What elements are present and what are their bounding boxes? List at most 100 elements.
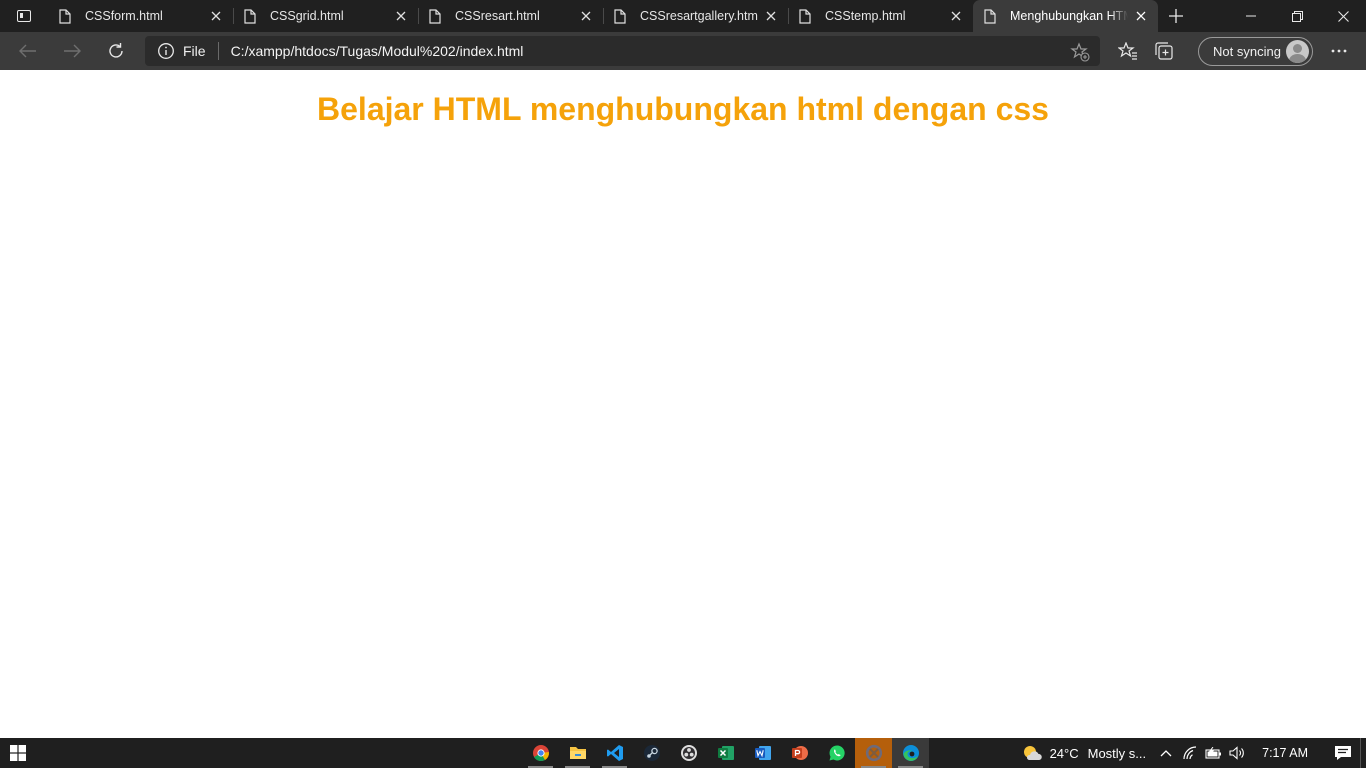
edge-icon <box>902 745 919 761</box>
file-explorer-icon <box>569 747 586 759</box>
system-tray: 24°C Mostly s... 7:17 AM <box>1022 738 1366 768</box>
collections-icon <box>1155 42 1173 60</box>
steam-icon <box>643 745 660 761</box>
show-hidden-icons-button[interactable] <box>1154 738 1178 768</box>
url-text[interactable]: C:/xampp/htdocs/Tugas/Modul%202/index.ht… <box>231 43 524 59</box>
restore-button[interactable] <box>1274 0 1320 32</box>
tab-menghubungkan-html[interactable]: Menghubungkan HTML <box>973 0 1158 32</box>
tab-cssform[interactable]: CSSform.html <box>48 0 233 32</box>
restore-icon <box>1291 10 1303 22</box>
close-icon <box>951 11 961 21</box>
page-icon <box>244 8 256 24</box>
chevron-up-icon <box>1160 750 1172 757</box>
powerpoint-icon <box>791 746 808 760</box>
tab-title: CSSform.html <box>85 9 163 23</box>
site-scheme-label: File <box>183 43 206 59</box>
page-heading: Belajar HTML menghubungkan html dengan c… <box>317 91 1049 127</box>
refresh-icon <box>109 43 123 58</box>
minimize-button[interactable] <box>1228 0 1274 32</box>
taskbar-pinned-apps <box>522 738 929 768</box>
taskbar-edge[interactable] <box>892 738 929 768</box>
forward-button[interactable] <box>50 32 94 70</box>
tab-list: CSSform.html CSSgrid.html CSSresart.html… <box>48 0 1158 32</box>
tab-cssresart[interactable]: CSSresart.html <box>418 0 603 32</box>
tab-title: CSSresart.html <box>455 9 540 23</box>
close-tab-button[interactable] <box>949 9 963 23</box>
taskbar-whatsapp[interactable] <box>818 738 855 768</box>
tab-actions-menu-button[interactable] <box>0 0 48 32</box>
close-icon <box>581 11 591 21</box>
taskbar-clock[interactable]: 7:17 AM <box>1262 746 1308 760</box>
partly-sunny-icon[interactable] <box>1022 744 1042 762</box>
taskbar-obs[interactable] <box>670 738 707 768</box>
arrow-left-icon <box>19 44 36 58</box>
taskbar-xampp[interactable] <box>855 738 892 768</box>
notifications-button[interactable] <box>1326 738 1360 768</box>
windows-logo-icon <box>10 745 26 761</box>
close-tab-button[interactable] <box>579 9 593 23</box>
profile-sync-button[interactable]: Not syncing <box>1198 36 1313 66</box>
tab-title: CSSresartgallery.html <box>640 9 758 23</box>
favorites-button[interactable] <box>1110 32 1146 70</box>
notification-icon <box>1335 746 1351 760</box>
taskbar-chrome[interactable] <box>522 738 559 768</box>
volume-button[interactable] <box>1226 738 1250 768</box>
tab-title: CSSgrid.html <box>270 9 344 23</box>
refresh-button[interactable] <box>94 32 138 70</box>
word-icon <box>754 746 771 760</box>
taskbar-vscode[interactable] <box>596 738 633 768</box>
favorites-icon <box>1118 42 1137 60</box>
vscode-icon <box>606 745 623 761</box>
page-icon <box>984 8 996 24</box>
weather-temperature[interactable]: 24°C <box>1050 746 1079 761</box>
tab-actions-icon <box>17 10 31 22</box>
page-icon <box>59 8 71 24</box>
obs-icon <box>680 745 697 761</box>
speaker-icon <box>1229 746 1244 760</box>
tab-title: CSStemp.html <box>825 9 906 23</box>
weather-description[interactable]: Mostly s... <box>1088 746 1147 761</box>
toolbar-actions: Not syncing <box>1110 32 1357 70</box>
close-window-button[interactable] <box>1320 0 1366 32</box>
settings-more-button[interactable] <box>1321 32 1357 70</box>
chrome-icon <box>532 745 549 762</box>
tab-cssgrid[interactable]: CSSgrid.html <box>233 0 418 32</box>
tab-cssresartgallery[interactable]: CSSresartgallery.html <box>603 0 788 32</box>
close-icon <box>211 11 221 21</box>
new-tab-button[interactable] <box>1158 0 1194 32</box>
more-horizontal-icon <box>1331 49 1347 53</box>
back-button[interactable] <box>6 32 50 70</box>
taskbar-powerpoint[interactable] <box>781 738 818 768</box>
avatar <box>1286 39 1309 63</box>
window-controls <box>1228 0 1366 32</box>
tab-title: Menghubungkan HTML <box>1010 9 1128 23</box>
browser-tab-strip: CSSform.html CSSgrid.html CSSresart.html… <box>0 0 1366 32</box>
sync-status-label: Not syncing <box>1213 43 1281 59</box>
web-page-viewport: Belajar HTML menghubungkan html dengan c… <box>0 70 1366 738</box>
windows-taskbar: 24°C Mostly s... 7:17 AM <box>0 738 1366 768</box>
info-icon[interactable] <box>157 42 175 60</box>
close-tab-button[interactable] <box>209 9 223 23</box>
excel-icon <box>717 746 734 760</box>
taskbar-word[interactable] <box>744 738 781 768</box>
collections-button[interactable] <box>1146 32 1182 70</box>
taskbar-file-explorer[interactable] <box>559 738 596 768</box>
page-icon <box>799 8 811 24</box>
taskbar-excel[interactable] <box>707 738 744 768</box>
close-tab-button[interactable] <box>764 9 778 23</box>
close-icon <box>396 11 406 21</box>
add-favorite-icon[interactable] <box>1070 42 1090 62</box>
page-icon <box>614 8 626 24</box>
start-button[interactable] <box>0 738 36 768</box>
minimize-icon <box>1246 15 1256 17</box>
tab-csstemp[interactable]: CSStemp.html <box>788 0 973 32</box>
network-button[interactable] <box>1178 738 1202 768</box>
show-desktop-button[interactable] <box>1360 738 1366 768</box>
plus-icon <box>1169 9 1183 23</box>
close-tab-button[interactable] <box>394 9 408 23</box>
close-tab-button[interactable] <box>1134 9 1148 23</box>
taskbar-steam[interactable] <box>633 738 670 768</box>
page-icon <box>429 8 441 24</box>
battery-button[interactable] <box>1202 738 1226 768</box>
address-bar[interactable]: File C:/xampp/htdocs/Tugas/Modul%202/ind… <box>145 36 1100 66</box>
